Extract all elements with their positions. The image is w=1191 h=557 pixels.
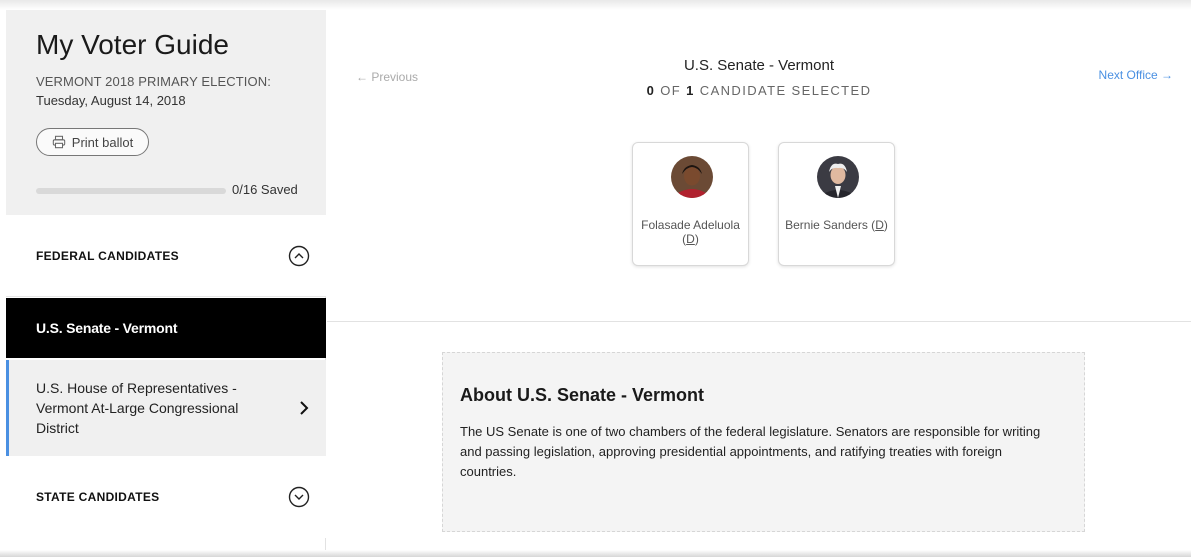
next-office-link[interactable]: Next Office → — [1099, 68, 1173, 82]
sidebar-item-us-senate-vermont[interactable]: U.S. Senate - Vermont — [6, 298, 326, 358]
saved-progress-text: 0/16 Saved — [232, 182, 298, 197]
avatar — [671, 156, 713, 198]
saved-progress-bar — [36, 188, 226, 194]
about-office-panel: About U.S. Senate - Vermont The US Senat… — [442, 352, 1085, 532]
selected-suffix-label: CANDIDATE SELECTED — [699, 83, 872, 98]
print-ballot-button[interactable]: Print ballot — [36, 128, 149, 156]
candidate-cards: Folasade Adeluola (D) Bernie Sanders (D) — [632, 142, 895, 266]
candidate-party-link[interactable]: D — [875, 218, 884, 232]
main-content: ← Previous U.S. Senate - Vermont Next Of… — [327, 10, 1191, 557]
printer-icon — [52, 135, 65, 149]
sidebar-item-us-house-vermont[interactable]: U.S. House of Representatives - Vermont … — [6, 360, 326, 456]
sidebar-item-label: U.S. Senate - Vermont — [36, 320, 178, 336]
divider — [327, 321, 1191, 322]
office-title: U.S. Senate - Vermont — [683, 57, 835, 74]
candidates-selected-count: 0 OF 1 CANDIDATE SELECTED — [327, 83, 1191, 98]
candidate-name: Folasade Adeluola (D) — [641, 218, 740, 246]
candidate-party-link[interactable]: D — [686, 232, 695, 246]
selected-of-label: OF — [660, 83, 682, 98]
candidate-card-bernie-sanders[interactable]: Bernie Sanders (D) — [778, 142, 895, 266]
selected-count-value: 0 — [646, 83, 656, 98]
bottom-shadow — [0, 550, 1191, 557]
print-ballot-label: Print ballot — [71, 134, 134, 150]
sidebar-header: My Voter Guide VERMONT 2018 PRIMARY ELEC… — [6, 10, 326, 215]
avatar — [817, 156, 859, 198]
chevron-down-circle-icon[interactable] — [288, 486, 310, 508]
candidate-name: Bernie Sanders (D) — [785, 218, 888, 232]
chevron-up-circle-icon[interactable] — [288, 245, 310, 267]
candidate-name-text: Folasade Adeluola — [641, 218, 740, 232]
sidebar: My Voter Guide VERMONT 2018 PRIMARY ELEC… — [6, 10, 326, 555]
section-state-label: STATE CANDIDATES — [36, 490, 160, 504]
section-federal-candidates[interactable]: FEDERAL CANDIDATES — [6, 215, 326, 297]
about-office-text: The US Senate is one of two chambers of … — [460, 424, 1041, 479]
about-office-title: About U.S. Senate - Vermont — [460, 385, 705, 405]
sidebar-item-label: U.S. House of Representatives - Vermont … — [36, 380, 239, 436]
candidate-name-text: Bernie Sanders — [785, 218, 868, 232]
election-label: VERMONT 2018 PRIMARY ELECTION: — [36, 74, 271, 89]
election-date: Tuesday, August 14, 2018 — [36, 93, 186, 108]
top-shadow — [0, 0, 1191, 10]
section-state-candidates[interactable]: STATE CANDIDATES — [6, 456, 326, 538]
chevron-right-icon — [300, 401, 309, 415]
page-title: My Voter Guide — [36, 29, 229, 60]
candidate-card-folasade-adeluola[interactable]: Folasade Adeluola (D) — [632, 142, 749, 266]
section-federal-label: FEDERAL CANDIDATES — [36, 248, 179, 263]
selected-total-value: 1 — [686, 83, 695, 98]
